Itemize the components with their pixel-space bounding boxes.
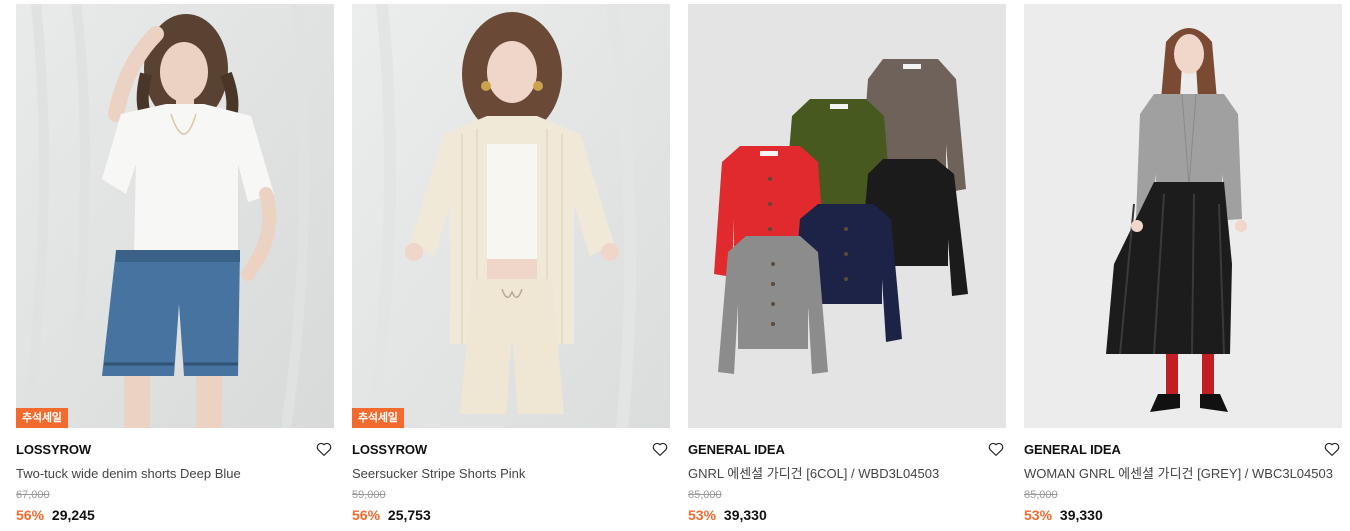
sale-badge: 추석세일: [16, 408, 68, 428]
sale-price: 25,753: [387, 507, 431, 523]
original-price: 85,000: [1024, 489, 1058, 501]
brand-name[interactable]: GENERAL IDEA: [688, 441, 1006, 459]
brand-name[interactable]: LOSSYROW: [352, 441, 670, 459]
product-image[interactable]: [1024, 4, 1342, 428]
heart-icon[interactable]: [1323, 440, 1341, 458]
discount-rate: 56%: [352, 507, 381, 523]
product-info: LOSSYROW Two-tuck wide denim shorts Deep…: [16, 428, 334, 523]
product-photo-stripe-shorts: [352, 4, 670, 428]
product-card[interactable]: GENERAL IDEA GNRL 에센셜 가디건 [6COL] / WBD3L…: [688, 4, 1006, 523]
price-row: 56% 25,753: [352, 507, 670, 523]
product-card[interactable]: 추석세일 LOSSYROW Seersucker Stripe Shorts P…: [352, 4, 670, 523]
sale-price: 29,245: [51, 507, 95, 523]
heart-icon[interactable]: [987, 440, 1005, 458]
price-row: 56% 29,245: [16, 507, 334, 523]
product-info: GENERAL IDEA GNRL 에센셜 가디건 [6COL] / WBD3L…: [688, 428, 1006, 523]
heart-icon[interactable]: [315, 440, 333, 458]
discount-rate: 53%: [688, 507, 717, 523]
product-name[interactable]: Two-tuck wide denim shorts Deep Blue: [16, 465, 334, 482]
sale-price: 39,330: [1059, 507, 1103, 523]
product-info: LOSSYROW Seersucker Stripe Shorts Pink 5…: [352, 428, 670, 523]
product-name[interactable]: GNRL 에센셜 가디건 [6COL] / WBD3L04503: [688, 465, 1006, 482]
product-photo-denim-shorts: [16, 4, 334, 428]
product-card[interactable]: GENERAL IDEA WOMAN GNRL 에센셜 가디건 [GREY] /…: [1024, 4, 1342, 523]
price-row: 53% 39,330: [688, 507, 1006, 523]
discount-rate: 53%: [1024, 507, 1053, 523]
heart-icon[interactable]: [651, 440, 669, 458]
discount-rate: 56%: [16, 507, 45, 523]
sale-price: 39,330: [723, 507, 767, 523]
price-row: 53% 39,330: [1024, 507, 1342, 523]
original-price: 59,000: [352, 489, 386, 501]
product-grid: 추석세일 LOSSYROW Two-tuck wide denim shorts…: [0, 0, 1350, 531]
sale-badge: 추석세일: [352, 408, 404, 428]
original-price: 85,000: [688, 489, 722, 501]
original-price: 67,000: [16, 489, 50, 501]
product-image[interactable]: [688, 4, 1006, 428]
product-name[interactable]: Seersucker Stripe Shorts Pink: [352, 465, 670, 482]
brand-name[interactable]: GENERAL IDEA: [1024, 441, 1342, 459]
brand-name[interactable]: LOSSYROW: [16, 441, 334, 459]
product-photo-grey-cardigan: [1024, 4, 1342, 428]
product-info: GENERAL IDEA WOMAN GNRL 에센셜 가디건 [GREY] /…: [1024, 428, 1342, 523]
product-image[interactable]: 추석세일: [16, 4, 334, 428]
product-image[interactable]: 추석세일: [352, 4, 670, 428]
product-photo-cardigans: [688, 4, 1006, 428]
product-card[interactable]: 추석세일 LOSSYROW Two-tuck wide denim shorts…: [16, 4, 334, 523]
product-name[interactable]: WOMAN GNRL 에센셜 가디건 [GREY] / WBC3L04503: [1024, 465, 1342, 482]
